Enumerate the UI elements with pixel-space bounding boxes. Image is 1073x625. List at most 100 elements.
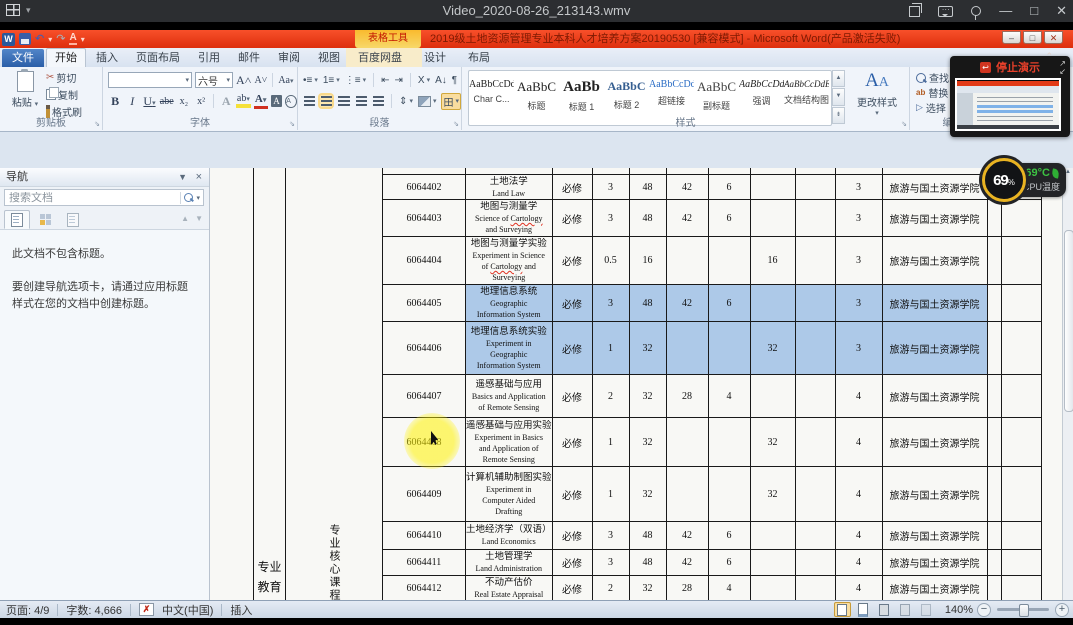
tab-布局[interactable]: 布局 [460,49,498,67]
credits-cell[interactable]: 3 [592,200,629,237]
course-type-cell[interactable]: 必修 [552,418,592,467]
experiment-hours-cell[interactable] [708,237,750,285]
practice-hours-cell[interactable]: 32 [750,322,795,375]
paragraph-dialog-launcher[interactable]: ⇘ [453,120,459,128]
view-print-layout-button[interactable] [834,602,851,617]
chevron-down-icon[interactable]: ▾ [26,5,31,16]
stop-presentation-button[interactable]: ↩ 停止演示 [950,59,1070,75]
increase-indent-button[interactable]: ⇥ [395,75,403,86]
expand-preview-icon[interactable]: ↗↙ [1059,60,1066,76]
zoom-in-button[interactable]: + [1055,603,1069,617]
empty-cell[interactable] [987,418,1001,467]
semester-cell[interactable]: 4 [835,522,882,550]
empty-cell[interactable] [1001,200,1041,237]
search-input[interactable] [5,192,180,204]
tab-文件[interactable]: 文件 [2,49,44,67]
borders-button[interactable]: 田▾ [441,93,461,110]
lecture-hours-cell[interactable]: 42 [666,200,708,237]
enclose-characters-button[interactable]: A [285,95,297,108]
practice-hours-cell[interactable]: 32 [750,467,795,522]
course-code-cell[interactable]: 6064411 [383,550,466,576]
course-code-cell[interactable]: 6064407 [383,375,466,418]
course-name-cell[interactable]: 地理信息系统GeographicInformation System [466,285,553,322]
empty-cell[interactable] [987,576,1001,602]
school-cell[interactable]: 旅游与国土资源学院 [882,285,987,322]
course-type-cell[interactable]: 必修 [552,175,592,200]
align-center-button[interactable] [320,95,332,107]
course-name-cell[interactable]: 计算机辅助制图实验Experiment inComputer AidedDraf… [466,467,553,522]
view-draft-button[interactable] [918,602,935,617]
page-indicator[interactable]: 页面: 4/9 [6,602,49,618]
experiment-hours-cell[interactable] [708,322,750,375]
tab-审阅[interactable]: 审阅 [270,49,308,67]
empty-cell[interactable] [987,322,1001,375]
text-effects-button[interactable]: A [219,94,233,109]
semester-cell[interactable]: 4 [835,418,882,467]
course-type-cell[interactable]: 必修 [552,550,592,576]
empty-cell[interactable] [987,375,1001,418]
empty-cell[interactable] [795,418,835,467]
tab-开始[interactable]: 开始 [46,48,86,67]
credits-cell[interactable]: 3 [592,550,629,576]
font-color-quick-icon[interactable]: A [69,33,76,45]
empty-cell[interactable] [795,237,835,285]
zoom-slider-handle[interactable] [1019,604,1029,617]
cpu-usage-gauge[interactable]: 69 % [982,158,1026,202]
experiment-hours-cell[interactable]: 6 [708,550,750,576]
empty-cell[interactable] [1001,418,1041,467]
credits-cell[interactable]: 0.5 [592,237,629,285]
course-code-cell[interactable]: 6064406 [383,322,466,375]
total-hours-cell[interactable]: 32 [629,375,666,418]
total-hours-cell[interactable]: 48 [629,550,666,576]
empty-cell[interactable] [987,200,1001,237]
total-hours-cell[interactable]: 32 [629,467,666,522]
empty-cell[interactable] [795,550,835,576]
view-web-layout-button[interactable] [876,602,893,617]
semester-cell[interactable]: 3 [835,322,882,375]
superscript-button[interactable]: x² [194,96,208,107]
course-type-cell[interactable]: 必修 [552,576,592,602]
styles-scroll-down-icon[interactable]: ▼ [832,88,845,105]
multilevel-list-button[interactable]: ⋮≡▾ [345,75,366,86]
font-size-combo[interactable]: 六号▾ [195,72,233,88]
practice-hours-cell[interactable] [750,550,795,576]
empty-cell[interactable] [795,467,835,522]
practice-hours-cell[interactable] [750,285,795,322]
proofing-status-icon[interactable]: ✗ [139,603,154,616]
total-hours-cell[interactable]: 32 [629,418,666,467]
empty-cell[interactable] [987,550,1001,576]
empty-cell[interactable] [1001,285,1041,322]
empty-cell[interactable] [795,200,835,237]
change-case-button[interactable]: Aa▾ [278,75,293,86]
course-code-cell[interactable]: 6064402 [383,175,466,200]
empty-cell[interactable] [987,237,1001,285]
lecture-hours-cell[interactable]: 42 [666,522,708,550]
school-cell[interactable]: 旅游与国土资源学院 [882,322,987,375]
navigation-close-icon[interactable]: × [196,168,202,186]
total-hours-cell[interactable]: 48 [629,200,666,237]
redo-icon[interactable]: ↷ [56,33,65,45]
course-code-cell[interactable]: 6064403 [383,200,466,237]
lecture-hours-cell[interactable]: 28 [666,375,708,418]
practice-hours-cell[interactable] [750,576,795,602]
tab-插入[interactable]: 插入 [88,49,126,67]
total-hours-cell[interactable]: 48 [629,175,666,200]
practice-hours-cell[interactable] [750,200,795,237]
practice-hours-cell[interactable] [750,522,795,550]
course-type-cell[interactable]: 必修 [552,322,592,375]
strikethrough-button[interactable]: abe [160,96,174,107]
lecture-hours-cell[interactable] [666,467,708,522]
credits-cell[interactable]: 3 [592,285,629,322]
vertical-scrollbar[interactable]: ▲ ▼ [1062,168,1073,625]
experiment-hours-cell[interactable]: 6 [708,522,750,550]
semester-cell[interactable]: 4 [835,576,882,602]
course-name-cell[interactable]: 地图与测量学实验Experiment in Scienceof Cartolog… [466,237,553,285]
numbering-button[interactable]: 1≡▾ [323,75,340,86]
select-button[interactable]: ▷选择 [916,100,949,115]
shrink-font-button[interactable]: A˅ [254,75,267,86]
school-cell[interactable]: 旅游与国土资源学院 [882,550,987,576]
search-options-icon[interactable]: ▾ [196,194,200,202]
course-name-cell[interactable]: 不动产估价Real Estate Appraisal [466,576,553,602]
customize-qat-icon[interactable]: ▾ [81,35,85,44]
school-cell[interactable]: 旅游与国土资源学院 [882,418,987,467]
